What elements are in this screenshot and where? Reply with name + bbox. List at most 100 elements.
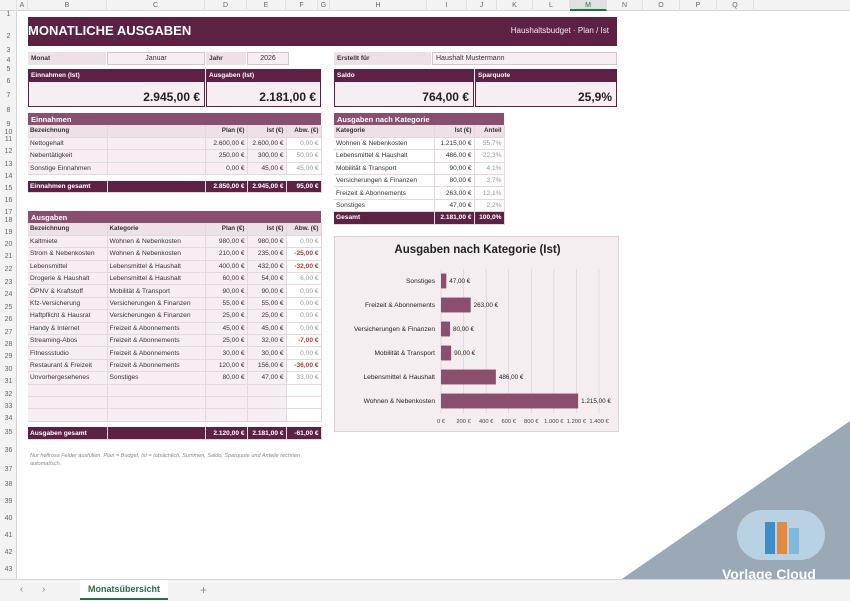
table-row-cell[interactable]: Sonstige Einnahmen (28, 162, 108, 176)
row-header-38[interactable]: 38 (0, 481, 17, 488)
row-header-42[interactable]: 42 (0, 549, 17, 556)
table-row-cell[interactable] (247, 408, 287, 422)
prev-sheet-button[interactable]: ‹ (20, 584, 23, 595)
row-header-29[interactable]: 29 (0, 353, 17, 360)
row-header-8[interactable]: 8 (0, 107, 17, 114)
table-row-cell[interactable]: Unvorhergesehenes (28, 371, 108, 385)
table-row-cell[interactable]: 47,00 € (247, 371, 287, 385)
row-header-23[interactable]: 23 (0, 279, 17, 286)
table-row-cell[interactable]: ÖPNV & Kraftstoff (28, 284, 108, 298)
table-row-cell[interactable]: Lebensmittel & Haushalt (107, 260, 206, 274)
row-header-41[interactable]: 41 (0, 532, 17, 539)
row-header-3[interactable]: 3 (0, 47, 17, 54)
table-row-cell[interactable]: Restaurant & Freizeit (28, 359, 108, 373)
table-row-cell[interactable]: Lebensmittel & Haushalt (107, 272, 206, 286)
column-header-F[interactable]: F (286, 0, 318, 11)
table-row-cell[interactable]: 90,00 € (247, 284, 287, 298)
row-header-34[interactable]: 34 (0, 415, 17, 422)
table-row-cell[interactable]: Lebensmittel (28, 260, 108, 274)
table-row-cell[interactable]: 25,00 € (205, 334, 248, 348)
column-header-L[interactable]: L (533, 0, 570, 11)
table-row-cell[interactable] (107, 384, 206, 397)
table-row-cell[interactable] (247, 396, 287, 410)
table-row-cell[interactable] (247, 384, 287, 397)
year-input[interactable]: 2026 (247, 52, 289, 65)
table-row-cell[interactable]: 25,00 € (247, 309, 287, 323)
table-row-cell[interactable]: 980,00 € (247, 235, 287, 249)
row-header-13[interactable]: 13 (0, 161, 17, 168)
table-row-cell[interactable]: Haftpflicht & Hausrat (28, 309, 108, 323)
table-row-cell[interactable]: 60,00 € (205, 272, 248, 286)
row-header-20[interactable]: 20 (0, 241, 17, 248)
table-row-cell[interactable]: 25,00 € (205, 309, 248, 323)
row-header-32[interactable]: 32 (0, 391, 17, 398)
row-header-6[interactable]: 6 (0, 78, 17, 85)
table-row-cell[interactable]: 400,00 € (205, 260, 248, 274)
table-row-cell[interactable]: Streaming-Abos (28, 334, 108, 348)
row-header-10[interactable]: 10 (0, 129, 17, 136)
table-row-cell[interactable]: Freizeit & Abonnements (107, 346, 206, 360)
table-row-cell[interactable]: 55,00 € (205, 297, 248, 311)
row-header-43[interactable]: 43 (0, 566, 17, 573)
table-row-cell[interactable]: Freizeit & Abonnements (107, 334, 206, 348)
table-row-cell[interactable]: 210,00 € (205, 247, 248, 261)
created-for-input[interactable]: Haushalt Mustermann (432, 52, 617, 65)
table-row-cell[interactable]: Fitnessstudio (28, 346, 108, 360)
table-row-cell[interactable]: 432,00 € (247, 260, 287, 274)
table-row-cell[interactable] (205, 384, 248, 397)
expenses-chart[interactable]: Ausgaben nach Kategorie (Ist) 0 €200 €40… (334, 236, 619, 432)
row-header-16[interactable]: 16 (0, 197, 17, 204)
table-row-cell[interactable] (107, 149, 206, 163)
row-header-12[interactable]: 12 (0, 148, 17, 155)
row-header-28[interactable]: 28 (0, 341, 17, 348)
table-row-cell[interactable]: 45,00 € (247, 162, 287, 176)
table-row-cell[interactable] (107, 162, 206, 176)
row-header-21[interactable]: 21 (0, 253, 17, 260)
row-header-31[interactable]: 31 (0, 378, 17, 385)
row-header-30[interactable]: 30 (0, 366, 17, 373)
month-input[interactable]: Januar (107, 52, 205, 65)
column-header-A[interactable]: A (17, 0, 28, 11)
table-row-cell[interactable]: 45,00 € (247, 322, 287, 336)
table-row-cell[interactable]: 80,00 € (205, 371, 248, 385)
tab-monatsuebersicht[interactable]: Monatsübersicht (80, 580, 169, 600)
table-row-cell[interactable]: 32,00 € (247, 334, 287, 348)
table-row-cell[interactable]: Kaltmiete (28, 235, 108, 249)
table-row-cell[interactable]: Wohnen & Nebenkosten (107, 235, 206, 249)
row-header-11[interactable]: 11 (0, 136, 17, 143)
row-header-24[interactable]: 24 (0, 291, 17, 298)
column-header-N[interactable]: N (607, 0, 643, 11)
row-header-22[interactable]: 22 (0, 266, 17, 273)
table-row-cell[interactable]: Strom & Nebenkosten (28, 247, 108, 261)
row-header-7[interactable]: 7 (0, 92, 17, 99)
column-header-O[interactable]: O (643, 0, 680, 11)
add-sheet-button[interactable]: + (200, 583, 207, 597)
table-row-cell[interactable]: Handy & Internet (28, 322, 108, 336)
table-row-cell[interactable]: Mobilität & Transport (107, 284, 206, 298)
row-header-17[interactable]: 17 (0, 209, 17, 216)
table-row-cell[interactable]: Sonstiges (107, 371, 206, 385)
row-header-19[interactable]: 19 (0, 229, 17, 236)
table-row-cell[interactable] (28, 408, 108, 422)
column-header-J[interactable]: J (467, 0, 497, 11)
table-row-cell[interactable] (107, 396, 206, 410)
table-row-cell[interactable]: 980,00 € (205, 235, 248, 249)
column-header-B[interactable]: B (28, 0, 107, 11)
column-header-Q[interactable]: Q (717, 0, 754, 11)
table-row-cell[interactable]: 54,00 € (247, 272, 287, 286)
row-header-27[interactable]: 27 (0, 329, 17, 336)
table-row-cell[interactable]: Drogerie & Haushalt (28, 272, 108, 286)
table-row-cell[interactable]: 55,00 € (247, 297, 287, 311)
row-header-36[interactable]: 36 (0, 447, 17, 454)
row-header-39[interactable]: 39 (0, 498, 17, 505)
row-header-37[interactable]: 37 (0, 466, 17, 473)
column-header-M[interactable]: M (570, 0, 607, 11)
row-header-40[interactable]: 40 (0, 515, 17, 522)
table-row-cell[interactable]: Wohnen & Nebenkosten (107, 247, 206, 261)
column-header-E[interactable]: E (247, 0, 286, 11)
table-row-cell[interactable]: 0,00 € (205, 162, 248, 176)
column-header-G[interactable]: G (318, 0, 330, 11)
next-sheet-button[interactable]: › (42, 584, 45, 595)
table-row-cell[interactable]: 45,00 € (205, 322, 248, 336)
row-header-35[interactable]: 35 (0, 429, 17, 436)
